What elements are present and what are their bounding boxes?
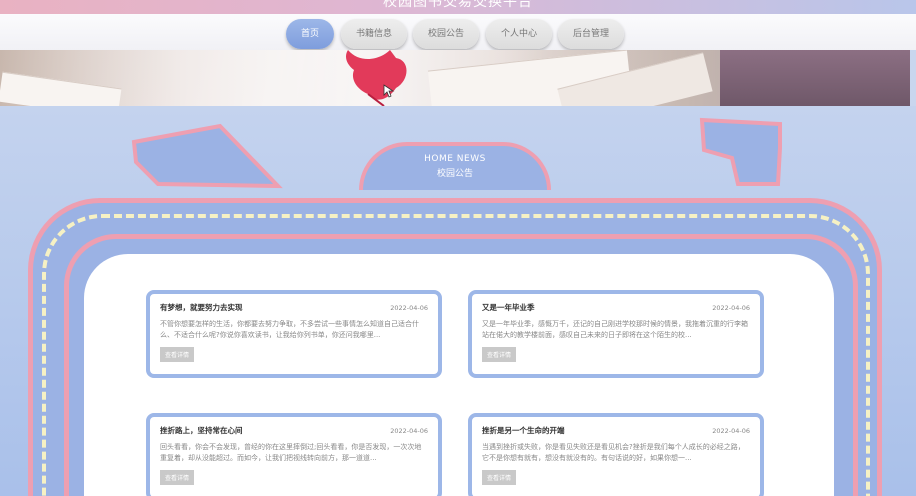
- news-summary: 又是一年毕业季，感慨万千，还记的自己刚进学校那时候的情景，我拖着沉重的行李箱站在…: [482, 320, 748, 339]
- news-title[interactable]: 又是一年毕业季: [482, 302, 535, 313]
- hero-banner: [0, 50, 910, 106]
- view-details-button[interactable]: 查看详情: [482, 347, 517, 362]
- book-spine: [720, 50, 910, 106]
- section-title-zh: 校园公告: [436, 169, 473, 179]
- left-decorative-shape: [131, 123, 283, 189]
- news-section: HOME NEWS 校园公告 有梦想，就要努力去实现 2022-04-06 不管…: [0, 106, 916, 496]
- news-summary: 回头看看，你会不会发现，曾经的你在这里摔倒过;回头看看，你是否发现，一次次地重复…: [160, 443, 422, 462]
- news-date: 2022-04-06: [712, 304, 750, 312]
- news-card[interactable]: 又是一年毕业季 2022-04-06 又是一年毕业季，感慨万千，还记的自己刚进学…: [468, 290, 764, 378]
- news-summary: 当遇到挫折或失败，你是看见失败还是看见机会?挫折是我们每个人成长的必经之路，它不…: [482, 443, 745, 462]
- news-card[interactable]: 挫折路上，坚持常在心间 2022-04-06 回头看看，你会不会发现，曾经的你在…: [146, 413, 442, 496]
- news-title[interactable]: 有梦想，就要努力去实现: [160, 302, 243, 313]
- news-date: 2022-04-06: [712, 427, 750, 435]
- right-decorative-shape: [699, 117, 782, 186]
- view-details-button[interactable]: 查看详情: [160, 470, 195, 485]
- nav-item-notices[interactable]: 校园公告: [413, 19, 479, 49]
- news-date: 2022-04-06: [390, 304, 428, 312]
- section-heading: HOME NEWS 校园公告: [359, 142, 551, 190]
- view-details-button[interactable]: 查看详情: [482, 470, 517, 485]
- nav-item-books[interactable]: 书籍信息: [341, 19, 407, 49]
- maple-leaf-icon: [346, 50, 407, 106]
- book-page: [0, 71, 122, 106]
- news-date: 2022-04-06: [390, 427, 428, 435]
- main-nav: 首页 书籍信息 校园公告 个人中心 后台管理: [0, 14, 916, 50]
- site-title: 校园图书交易交换平台: [383, 0, 533, 10]
- news-card[interactable]: 有梦想，就要努力去实现 2022-04-06 不管你想要怎样的生活，你都要去努力…: [146, 290, 442, 378]
- view-details-button[interactable]: 查看详情: [160, 347, 195, 362]
- nav-item-home[interactable]: 首页: [286, 19, 334, 49]
- news-summary: 不管你想要怎样的生活，你都要去努力争取，不多尝试一些事情怎么知道自己适合什么、不…: [160, 320, 419, 339]
- cursor-icon: [383, 84, 395, 98]
- news-card[interactable]: 挫折是另一个生命的开端 2022-04-06 当遇到挫折或失败，你是看见失败还是…: [468, 413, 764, 496]
- news-title[interactable]: 挫折是另一个生命的开端: [482, 425, 565, 436]
- section-title-en: HOME NEWS: [424, 154, 486, 164]
- news-title[interactable]: 挫折路上，坚持常在心间: [160, 425, 243, 436]
- nav-item-admin[interactable]: 后台管理: [558, 19, 624, 49]
- nav-item-profile[interactable]: 个人中心: [486, 19, 552, 49]
- top-header-band: 校园图书交易交换平台: [0, 0, 916, 14]
